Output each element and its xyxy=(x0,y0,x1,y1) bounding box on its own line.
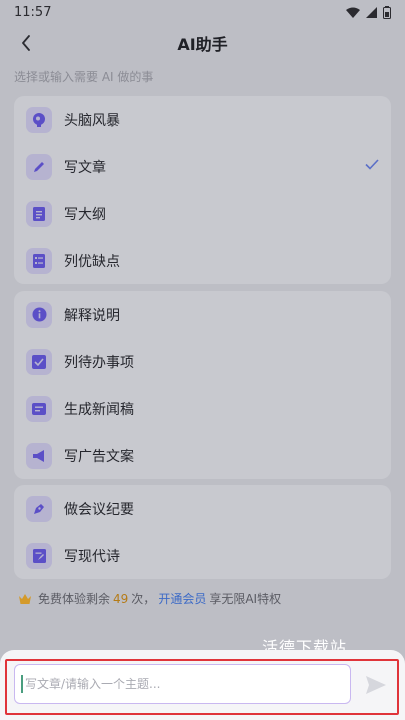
task-group-1: 头脑风暴 写文章 写大纲 列优缺点 xyxy=(14,96,391,284)
quota-tail: 享无限AI特权 xyxy=(209,592,282,606)
task-label: 写现代诗 xyxy=(64,548,120,565)
brain-icon xyxy=(26,106,52,133)
checkmark-icon xyxy=(365,159,379,170)
pen-nib-icon xyxy=(26,495,52,522)
task-item-meeting-notes[interactable]: 做会议纪要 xyxy=(14,485,391,532)
task-label: 做会议纪要 xyxy=(64,501,134,518)
page-title: AI助手 xyxy=(177,35,228,54)
task-item-modern-poem[interactable]: 写现代诗 xyxy=(14,532,391,579)
topic-input[interactable] xyxy=(25,677,325,691)
task-label: 解释说明 xyxy=(64,307,120,324)
news-icon xyxy=(26,395,52,422)
chevron-left-icon xyxy=(22,35,30,51)
task-label: 写大纲 xyxy=(64,206,106,223)
wifi-icon xyxy=(346,7,360,18)
task-label: 列待办事项 xyxy=(64,354,134,371)
send-icon xyxy=(366,676,386,694)
status-bar: 11:57 xyxy=(0,0,405,24)
text-caret xyxy=(21,675,23,693)
info-icon xyxy=(26,301,52,328)
task-item-write-article[interactable]: 写文章 xyxy=(14,143,391,190)
checkbox-icon xyxy=(26,348,52,375)
task-group-2: 解释说明 列待办事项 生成新闻稿 写广告文案 xyxy=(14,291,391,479)
send-button[interactable] xyxy=(363,672,389,698)
pencil-icon xyxy=(26,153,52,180)
quota-count: 49 xyxy=(113,591,129,606)
task-item-todo[interactable]: 列待办事项 xyxy=(14,338,391,385)
task-item-press-release[interactable]: 生成新闻稿 xyxy=(14,385,391,432)
task-label: 写文章 xyxy=(64,159,106,176)
task-item-pros-cons[interactable]: 列优缺点 xyxy=(14,237,391,284)
task-label: 写广告文案 xyxy=(64,448,134,465)
quota-suffix: 次， xyxy=(131,592,156,606)
header: AI助手 xyxy=(0,26,405,60)
task-label: 列优缺点 xyxy=(64,253,120,270)
hint-text: 选择或输入需要 AI 做的事 xyxy=(14,70,154,84)
topic-input-field[interactable] xyxy=(14,664,351,704)
task-item-brainstorm[interactable]: 头脑风暴 xyxy=(14,96,391,143)
task-group-3: 做会议纪要 写现代诗 xyxy=(14,485,391,579)
task-item-ad-copy[interactable]: 写广告文案 xyxy=(14,432,391,479)
document-icon xyxy=(26,200,52,227)
poem-icon xyxy=(26,542,52,569)
megaphone-icon xyxy=(26,442,52,469)
vip-crown-icon xyxy=(19,593,31,604)
quota-prefix: 免费体验剩余 xyxy=(38,592,111,606)
task-item-outline[interactable]: 写大纲 xyxy=(14,190,391,237)
task-label: 生成新闻稿 xyxy=(64,401,134,418)
checklist-icon xyxy=(26,247,52,274)
task-item-explain[interactable]: 解释说明 xyxy=(14,291,391,338)
membership-link[interactable]: 开通会员 xyxy=(158,590,206,607)
signal-icon xyxy=(366,6,377,18)
status-icons xyxy=(346,5,391,19)
status-time: 11:57 xyxy=(14,4,52,20)
quota-info: 免费体验剩余 49 次， 开通会员 享无限AI特权 xyxy=(18,590,281,607)
battery-icon xyxy=(383,5,391,19)
back-button[interactable] xyxy=(12,28,40,58)
task-label: 头脑风暴 xyxy=(64,112,120,129)
